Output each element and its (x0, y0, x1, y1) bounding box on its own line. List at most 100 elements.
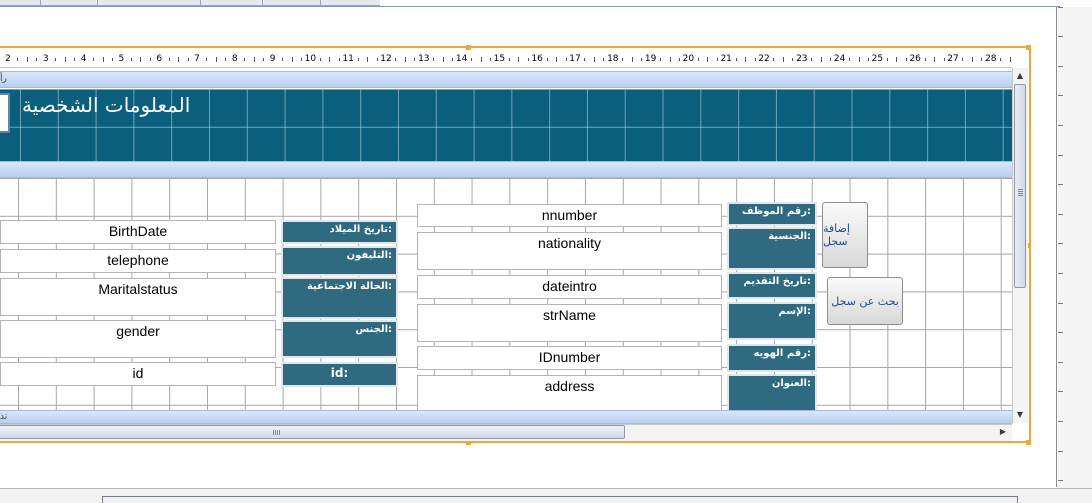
ruler-tick (480, 57, 482, 62)
ruler-tick (102, 57, 104, 62)
ruler-tick (140, 57, 142, 62)
gender-label[interactable]: الجنس: (281, 320, 398, 358)
birthdate-field[interactable]: BirthDate (0, 220, 276, 244)
ruler-tick (300, 58, 302, 61)
dateintro-field[interactable]: dateintro (417, 275, 722, 299)
ruler-tick (225, 58, 227, 61)
scroll-up-arrow-icon[interactable]: ▲ (1014, 70, 1026, 82)
ruler-number: 6 (156, 54, 163, 64)
ruler-tick (367, 57, 369, 62)
ruler-tick (357, 58, 359, 61)
ruler-tick (187, 58, 189, 61)
ruler-tick (971, 57, 973, 62)
ruler-tick (622, 58, 624, 61)
ruler-number: 19 (644, 54, 657, 64)
ruler-number: 2 (5, 54, 11, 64)
ruler-tick (820, 57, 822, 62)
scroll-down-arrow-icon[interactable]: ▼ (1014, 409, 1026, 421)
strname-label[interactable]: الإسم: (727, 302, 817, 340)
ruler-tick (546, 58, 548, 61)
ruler-tick (263, 58, 265, 61)
ruler-tick (149, 58, 151, 61)
ruler-tick (206, 58, 208, 61)
ruler-tick (130, 58, 132, 61)
horizontal-scroll-thumb[interactable] (0, 425, 625, 439)
ruler-tick (282, 58, 284, 61)
ruler-tick (395, 58, 397, 61)
resize-handle-bottom-right[interactable] (1026, 440, 1031, 445)
nnumber-label[interactable]: رقم الموظف: (727, 202, 817, 226)
ruler-number: 24 (833, 54, 846, 64)
gender-field[interactable]: gender (0, 320, 276, 358)
ruler-tick (527, 58, 529, 61)
ruler-number: 3 (42, 54, 49, 64)
form-header-section-bar[interactable]: رأ (0, 71, 1012, 88)
id-field[interactable]: id (0, 362, 276, 386)
resize-handle-top-right[interactable] (1026, 45, 1031, 50)
ruler-tick (905, 58, 907, 61)
ruler-tick (55, 58, 57, 61)
strname-field[interactable]: strName (417, 304, 722, 342)
ruler-tick (518, 57, 520, 62)
nationality-label[interactable]: الجنسية: (727, 227, 817, 270)
ruler-tick (36, 58, 38, 61)
ruler-number: 17 (569, 54, 581, 64)
nationality-field[interactable]: nationality (417, 232, 722, 270)
telephone-field[interactable]: telephone (0, 249, 276, 273)
ruler-tick (319, 58, 321, 61)
ruler-tick (442, 57, 444, 62)
ruler-tick (64, 57, 66, 62)
form-header-section-label: رأ (0, 74, 7, 84)
maritalstatus-field[interactable]: Maritalstatus (0, 278, 276, 316)
ruler-tick (508, 58, 510, 61)
vertical-scroll-thumb[interactable] (1014, 84, 1026, 288)
ruler-number: 27 (947, 54, 959, 64)
ruler-number: 8 (231, 54, 238, 64)
ruler-number: 26 (909, 54, 921, 64)
telephone-label[interactable]: التليفون: (281, 246, 398, 276)
ruler-tick (896, 57, 898, 62)
ruler-tick (244, 58, 246, 61)
ruler-tick (414, 58, 416, 61)
ruler-tick (858, 57, 860, 62)
ruler-tick (111, 58, 113, 61)
ruler-tick (867, 58, 869, 61)
form-footer-section-bar[interactable]: تذ (0, 410, 1012, 424)
ruler-number: 9 (269, 54, 276, 64)
header-logo-box[interactable] (0, 93, 10, 133)
bottom-tab[interactable] (102, 496, 1018, 503)
nnumber-field[interactable]: nnumber (417, 204, 722, 227)
ruler-number: 12 (380, 54, 392, 64)
ruler-number: 7 (194, 54, 200, 64)
ruler-tick (471, 58, 473, 61)
idnumber-label[interactable]: رقم الهويه: (727, 344, 817, 372)
scroll-right-arrow-icon[interactable]: ▶ (996, 425, 1010, 439)
ruler-tick (981, 58, 983, 61)
address-label[interactable]: العنوان: (727, 374, 817, 412)
ruler-tick (792, 58, 794, 61)
ruler-tick (452, 58, 454, 61)
ruler-number: 22 (758, 54, 770, 64)
ruler-tick (782, 57, 784, 62)
birthdate-label[interactable]: تاريخ الميلاد: (281, 220, 398, 244)
add-record-button[interactable]: إضافة سجل (822, 202, 868, 268)
detail-section-bar[interactable] (0, 161, 1012, 178)
ruler-tick (943, 58, 945, 61)
ruler-number: 28 (985, 54, 997, 64)
ruler-tick (678, 58, 680, 61)
ruler-tick (735, 58, 737, 61)
idnumber-field[interactable]: IDnumber (417, 346, 722, 370)
address-field[interactable]: address (417, 375, 722, 413)
ruler-tick (669, 57, 671, 62)
search-record-button[interactable]: بحث عن سجل (827, 277, 903, 325)
form-title[interactable]: المعلومات الشخصية (22, 93, 190, 117)
dateintro-label[interactable]: تاريخ التقديم: (727, 272, 817, 299)
ruler-number: 18 (607, 54, 619, 64)
ruler-number: 13 (418, 54, 430, 64)
ruler-tick (215, 57, 217, 62)
maritalstatus-label[interactable]: الحالة الاجتماعية: (281, 277, 398, 319)
ruler-tick (641, 58, 643, 61)
ruler-number: 5 (118, 54, 125, 64)
ruler-tick (376, 58, 378, 61)
id-label[interactable]: id: (281, 362, 398, 387)
